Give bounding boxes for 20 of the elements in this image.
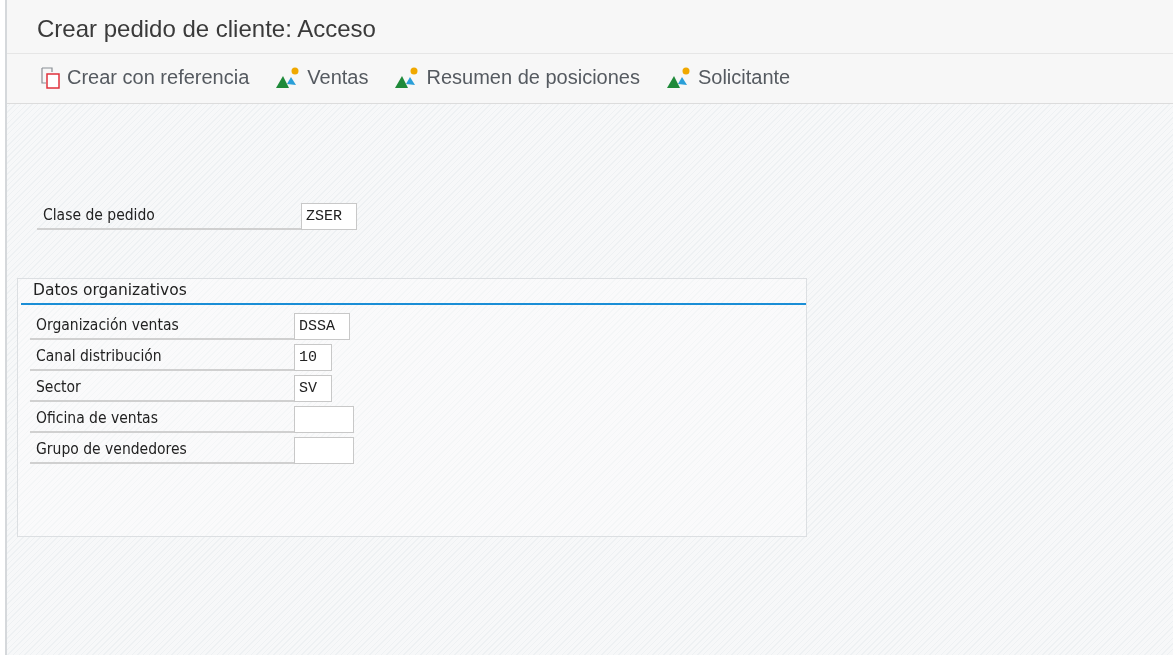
- toolbar-button[interactable]: Ventas: [273, 62, 371, 93]
- input-field[interactable]: SV: [294, 375, 332, 402]
- input-field[interactable]: [294, 437, 354, 464]
- toolbar-button[interactable]: Resumen de posiciones: [392, 62, 642, 93]
- mountain-icon: [665, 66, 692, 89]
- input-field[interactable]: [294, 406, 354, 433]
- copy-icon: [41, 66, 61, 89]
- toolbar-button[interactable]: Crear con referencia: [39, 62, 252, 93]
- group-title: Datos organizativos: [21, 279, 806, 305]
- window-title: Crear pedido de cliente: Acceso: [36, 14, 377, 44]
- field-label: Organización ventas: [30, 316, 294, 340]
- input-field[interactable]: DSSA: [294, 313, 350, 340]
- field-label: Grupo de vendedores: [30, 440, 294, 464]
- field-label: Oficina de ventas: [30, 409, 294, 433]
- toolbar-button[interactable]: Solicitante: [663, 62, 793, 93]
- field-label: Canal distribución: [30, 347, 294, 371]
- input-field[interactable]: ZSER: [301, 203, 357, 230]
- field-label: Clase de pedido: [37, 206, 301, 230]
- field-label: Sector: [30, 378, 294, 402]
- input-field[interactable]: 10: [294, 344, 332, 371]
